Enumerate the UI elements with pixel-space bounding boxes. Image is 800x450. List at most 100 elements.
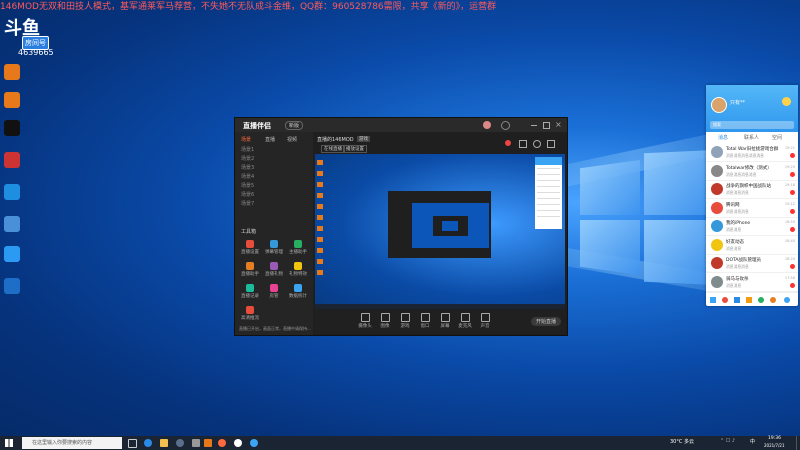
steam-icon[interactable] (176, 439, 184, 447)
app-icon[interactable] (192, 439, 200, 447)
qq-bottom-bar (706, 292, 798, 307)
chat-list-item[interactable]: 战争的旗帜中国战队站 消息消息消息 19:18 (706, 180, 798, 199)
chat-list-item[interactable]: Total War旧拉拢游戏合群 消息消息消息消息消息 19:21 (706, 143, 798, 162)
room-tab-online[interactable]: 在线直播 (321, 145, 345, 153)
stream-app-window[interactable]: 直播伴侣 新版 × 场景 直播 视频 场景1 场景2 场景3 场景4 场景5 场景6 场景7… (234, 117, 568, 336)
scene-item[interactable]: 场景6 (241, 191, 254, 198)
windows-start-icon[interactable] (5, 439, 13, 447)
tool-button[interactable]: 直播设置 (241, 240, 259, 255)
chat-list-item[interactable]: 好友动态 消息消息 18:40 (706, 236, 798, 255)
scene-item[interactable]: 场景1 (241, 146, 254, 153)
scene-item[interactable]: 场景7 (241, 200, 254, 207)
qq-mail-icon[interactable] (734, 297, 740, 303)
tool-button[interactable]: 直播助手 (241, 262, 259, 277)
control-button[interactable]: 声音 (475, 313, 495, 329)
scene-item[interactable]: 场景2 (241, 155, 254, 162)
tool-label: 直播礼物 (265, 272, 283, 277)
weather-text[interactable]: 30°C 多云 (670, 438, 694, 445)
browser-icon[interactable] (144, 439, 152, 447)
qq-tab-space[interactable]: 空间 (772, 134, 782, 141)
tool-button[interactable]: 高清推流 (241, 306, 259, 321)
chat-name: DOTA战队管理员 (726, 258, 761, 263)
chat-time: 19:20 (784, 164, 795, 169)
qq-settings-icon[interactable] (784, 297, 790, 303)
tab-video[interactable]: 视频 (287, 136, 297, 143)
qq-app-icon[interactable] (770, 297, 776, 303)
qq-search[interactable]: 搜索 (710, 121, 794, 129)
qq-icon[interactable] (234, 439, 242, 447)
chat-avatar (711, 275, 723, 288)
close-icon[interactable]: × (555, 120, 562, 129)
tool-button[interactable]: 主播助手 (289, 240, 307, 255)
desktop-shortcut-icon[interactable] (4, 216, 20, 232)
more-icon[interactable] (547, 140, 555, 148)
taskbar-search[interactable]: 在这里输入你要搜索的内容 (22, 437, 122, 449)
clock-date[interactable]: 2021/7/21 (764, 443, 785, 448)
minimize-icon[interactable] (531, 125, 537, 126)
tool-icon (294, 240, 302, 248)
qq-tab-contacts[interactable]: 联系人 (744, 134, 759, 141)
chat-list-item[interactable]: 腾讯网 消息消息消息 19:12 (706, 199, 798, 218)
desktop-shortcut-icon[interactable] (4, 64, 20, 80)
gear-icon[interactable] (533, 140, 541, 148)
task-view-icon[interactable] (128, 439, 137, 448)
qq-menu-icon[interactable] (710, 297, 716, 303)
desktop-shortcut-icon[interactable] (4, 246, 20, 262)
desktop-shortcut-icon[interactable] (4, 152, 20, 168)
tab-scenes[interactable]: 场景 (241, 136, 251, 143)
qq-app-icon[interactable] (758, 297, 764, 303)
chat-list-item[interactable]: DOTA战队管理员 消息消息消息 18:20 (706, 254, 798, 273)
show-desktop-button[interactable] (796, 436, 800, 450)
control-button[interactable]: 图像 (375, 313, 395, 329)
control-icon (480, 313, 490, 322)
room-tag[interactable]: 游戏 (357, 136, 370, 142)
share-icon[interactable] (505, 140, 511, 146)
qq-panel[interactable]: 只有** 搜索 消息 联系人 空间 Total War旧拉拢游戏合群 消息消息消息… (706, 85, 798, 306)
chat-list-item[interactable]: 骑马与砍杀 消息消息 17:58 (706, 273, 798, 292)
room-tab-settings[interactable]: 播放设置 (343, 145, 367, 153)
desktop-shortcut-icon[interactable] (4, 184, 20, 200)
scene-item[interactable]: 场景5 (241, 182, 254, 189)
go-live-button[interactable]: 开始直播 (531, 317, 562, 326)
control-button[interactable]: 窗口 (415, 313, 435, 329)
desktop-shortcut-icon[interactable] (4, 120, 20, 136)
qq-avatar[interactable] (711, 97, 727, 113)
scene-item[interactable]: 场景4 (241, 173, 254, 180)
tray-icons[interactable]: ⌃ ☐ ♪ (720, 438, 735, 444)
chat-list-item[interactable]: Totalwar修改（测式） 消息消息消息消息 19:20 (706, 162, 798, 181)
tab-live[interactable]: 直播 (265, 136, 275, 143)
chat-list-item[interactable]: 我的iPhone 消息消息 18:50 (706, 217, 798, 236)
tool-button[interactable]: 直播记录 (241, 284, 259, 299)
chat-name: 骑马与砍杀 (726, 276, 749, 282)
tool-icon (270, 284, 278, 292)
maximize-icon[interactable] (543, 122, 550, 129)
file-explorer-icon[interactable] (160, 439, 168, 447)
desktop-shortcut-icon[interactable] (4, 278, 20, 294)
control-button[interactable]: 摄像头 (355, 313, 375, 329)
clock-time[interactable]: 19:36 (768, 436, 781, 441)
stream-app-icon[interactable] (218, 439, 226, 447)
qq-files-icon[interactable] (746, 297, 752, 303)
control-button[interactable]: 屏幕 (435, 313, 455, 329)
qq-tab-messages[interactable]: 消息 (718, 134, 728, 141)
tool-icon (270, 240, 278, 248)
game-icon[interactable] (204, 439, 212, 447)
link-icon[interactable] (519, 140, 527, 148)
tool-button[interactable]: 数据统计 (289, 284, 307, 299)
tool-button[interactable]: 直播礼物 (265, 262, 283, 277)
scene-item[interactable]: 场景3 (241, 164, 254, 171)
tool-button[interactable]: 房管 (265, 284, 283, 299)
app-brand: 直播伴侣 (243, 122, 271, 130)
ime-indicator[interactable]: 中 (750, 438, 755, 445)
control-button[interactable]: 麦克风 (455, 313, 475, 329)
avatar[interactable] (483, 121, 491, 129)
browser-icon[interactable] (250, 439, 258, 447)
settings-icon[interactable] (501, 121, 510, 130)
qq-games-icon[interactable] (722, 297, 728, 303)
stream-preview[interactable] (315, 154, 565, 309)
desktop-shortcut-icon[interactable] (4, 92, 20, 108)
tool-button[interactable]: 礼物特效 (289, 262, 307, 277)
control-button[interactable]: 游戏 (395, 313, 415, 329)
version-pill[interactable]: 新版 (285, 121, 304, 130)
tool-button[interactable]: 弹幕管理 (265, 240, 283, 255)
